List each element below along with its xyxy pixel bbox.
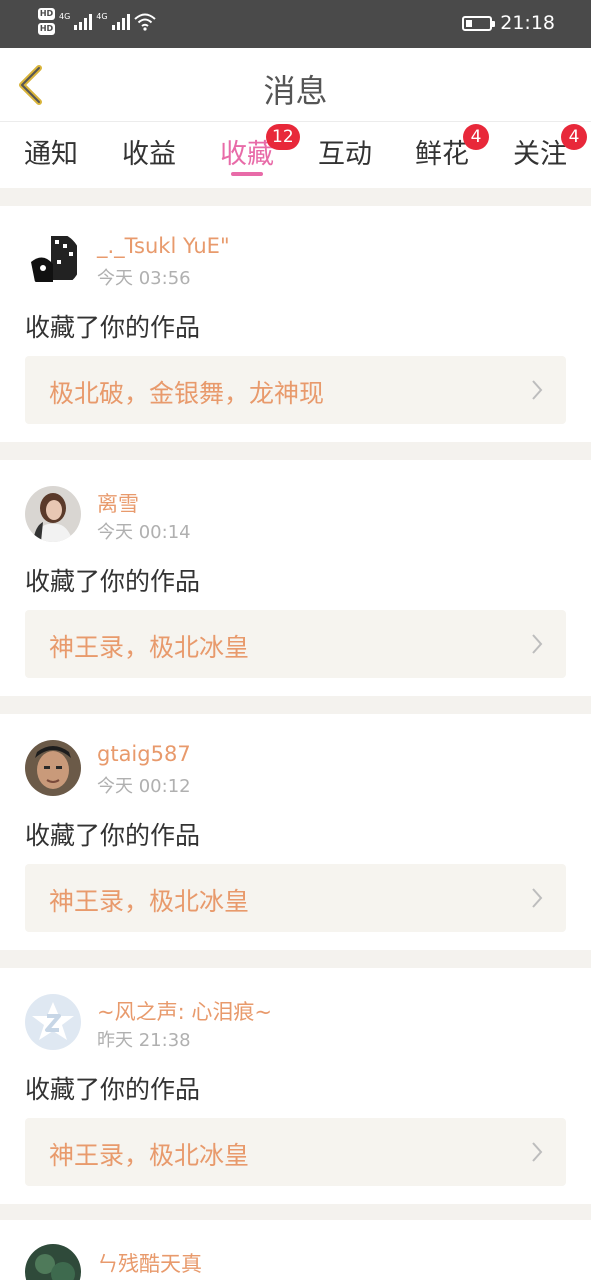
timestamp: 今天 00:14	[97, 522, 191, 543]
network-type: 4G	[59, 12, 71, 21]
page-title: 消息	[263, 72, 328, 110]
work-title: 神王录，极北冰皇	[49, 1141, 250, 1170]
active-tab-indicator	[231, 172, 263, 176]
network-type: 4G	[96, 12, 108, 21]
chevron-right-icon	[532, 634, 543, 654]
clock: 21:18	[500, 12, 555, 34]
tab-bar: 通知 收益 收藏 12 互动 鲜花 4 关注 4	[0, 122, 591, 188]
hd-icon: HD	[38, 23, 55, 35]
avatar[interactable]	[25, 1244, 81, 1280]
tab-notice[interactable]: 通知	[24, 132, 78, 171]
user-name[interactable]: ~风之声: 心泪痕~	[97, 996, 272, 1026]
work-link[interactable]: 神王录，极北冰皇	[25, 610, 566, 678]
action-text: 收藏了你的作品	[25, 1075, 201, 1104]
work-link[interactable]: 神王录，极北冰皇	[25, 1118, 566, 1186]
tab-label: 关注	[513, 139, 567, 170]
status-bar: HD HD 4G 4G 21:18	[0, 0, 591, 48]
tab-label: 互动	[318, 139, 372, 170]
signal-icon	[74, 13, 93, 30]
tab-label: 通知	[24, 139, 78, 170]
notification-card: _._Tsukl YuE" 今天 03:56 收藏了你的作品 极北破，金银舞，龙…	[0, 206, 591, 442]
user-name[interactable]: _._Tsukl YuE"	[97, 234, 230, 258]
avatar[interactable]	[25, 486, 81, 542]
battery-icon	[462, 15, 496, 31]
unread-badge: 4	[463, 124, 489, 150]
tab-follow[interactable]: 关注 4	[513, 124, 587, 171]
hd-icon: HD	[38, 8, 55, 20]
work-link[interactable]: 极北破，金银舞，龙神现	[25, 356, 566, 424]
action-text: 收藏了你的作品	[25, 821, 201, 850]
tab-flowers[interactable]: 鲜花 4	[415, 124, 489, 171]
notification-card: 离雪 今天 00:14 收藏了你的作品 神王录，极北冰皇	[0, 460, 591, 696]
tab-favorites[interactable]: 收藏 12	[220, 124, 300, 171]
wifi-icon	[133, 13, 156, 31]
nav-bar: 消息	[0, 48, 591, 122]
user-name[interactable]: 离雪	[97, 488, 139, 518]
avatar[interactable]	[25, 232, 81, 288]
unread-badge: 12	[266, 124, 300, 150]
work-title: 极北破，金银舞，龙神现	[49, 379, 325, 408]
timestamp: 今天 03:56	[97, 268, 191, 289]
tab-income[interactable]: 收益	[122, 132, 176, 171]
action-text: 收藏了你的作品	[25, 313, 201, 342]
work-link[interactable]: 神王录，极北冰皇	[25, 864, 566, 932]
avatar[interactable]	[25, 994, 81, 1050]
status-icons: HD HD 4G 4G	[38, 8, 156, 35]
work-title: 神王录，极北冰皇	[49, 633, 250, 662]
notification-card: ~风之声: 心泪痕~ 昨天 21:38 收藏了你的作品 神王录，极北冰皇	[0, 968, 591, 1204]
chevron-right-icon	[532, 380, 543, 400]
tab-label: 收益	[122, 139, 176, 170]
tab-interaction[interactable]: 互动	[318, 132, 372, 171]
tab-label: 鲜花	[415, 139, 469, 170]
chevron-right-icon	[532, 888, 543, 908]
user-name[interactable]: ㄣ残酷天真	[97, 1248, 202, 1278]
timestamp: 今天 00:12	[97, 776, 191, 797]
notification-card: ㄣ残酷天真	[0, 1220, 591, 1280]
notification-card: gtaig587 今天 00:12 收藏了你的作品 神王录，极北冰皇	[0, 714, 591, 950]
action-text: 收藏了你的作品	[25, 567, 201, 596]
tab-label: 收藏	[220, 139, 274, 170]
default-avatar-icon	[25, 994, 81, 1050]
signal-icon	[111, 13, 130, 30]
avatar[interactable]	[25, 740, 81, 796]
timestamp: 昨天 21:38	[97, 1030, 191, 1051]
chevron-right-icon	[532, 1142, 543, 1162]
user-name[interactable]: gtaig587	[97, 742, 191, 766]
unread-badge: 4	[561, 124, 587, 150]
work-title: 神王录，极北冰皇	[49, 887, 250, 916]
